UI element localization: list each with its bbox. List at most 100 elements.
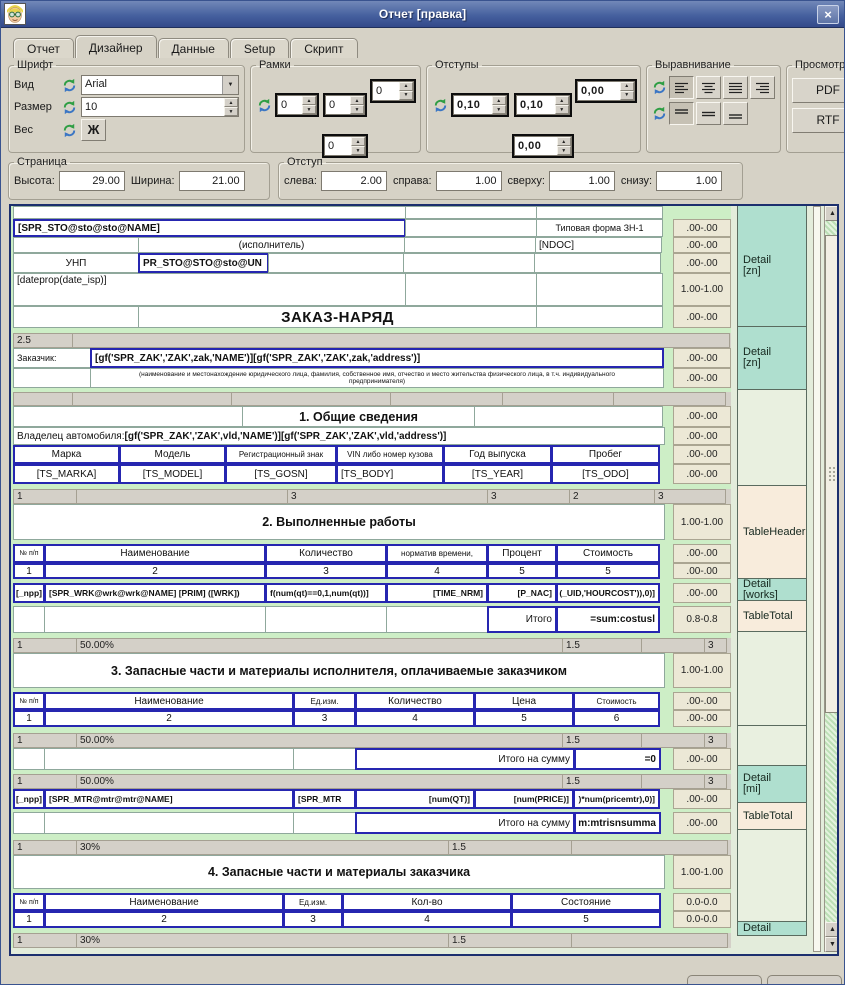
report-cell[interactable] [404,237,536,253]
report-cell[interactable]: 2 [44,710,294,727]
band-label[interactable]: TableTotal [737,802,807,830]
margin-left-field[interactable]: 2.00 [321,171,387,191]
report-cell[interactable]: 4 [355,710,475,727]
report-cell[interactable]: 5 [487,563,557,579]
band-param-cell[interactable]: 1.5 [448,933,572,948]
report-cell[interactable]: [SPR_STO@sto@sto@NAME] [13,219,406,237]
report-cell[interactable]: m:mtrisnsumma [574,812,661,834]
sync-icon[interactable] [652,80,667,95]
report-cell[interactable]: Регистрационный знак [225,445,337,464]
report-cell[interactable]: (наименование и местонахождение юридичес… [90,368,664,388]
close-icon[interactable]: × [817,5,839,24]
band-param-cell[interactable]: 2.5 [13,333,73,348]
report-cell[interactable] [536,306,663,328]
band-height-value[interactable]: 1.00-1.00 [673,273,731,306]
report-cell[interactable]: 1 [13,563,45,579]
frame-right-stepper[interactable]: 0 ▲▼ [323,93,367,117]
band-height-value[interactable]: 1.00-1.00 [673,504,731,540]
report-cell[interactable]: 3. Запасные части и материалы исполнител… [13,653,665,688]
report-cell[interactable]: Цена [474,692,574,710]
report-cell[interactable] [13,748,45,770]
report-cell[interactable]: [num(PRICE)] [474,789,574,809]
spin-down-icon[interactable]: ▼ [350,105,364,114]
report-cell[interactable]: Итого [487,606,557,633]
band-label[interactable] [737,725,807,766]
font-size-stepper[interactable]: 10 ▲▼ [81,97,239,117]
report-cell[interactable]: [_npp] [13,583,45,603]
report-cell[interactable] [265,606,387,633]
scroll-down-icon[interactable]: ▼ [825,937,839,952]
report-cell[interactable]: [gf('SPR_ZAK','ZAK',zak,'NAME')][gf('SPR… [90,348,664,368]
band-param-cell[interactable]: 50.00% [76,733,563,748]
band-param-cell[interactable]: 1 [13,774,77,789]
report-cell[interactable] [44,812,294,834]
report-cell[interactable] [13,306,139,328]
scroll-up-icon[interactable]: ▲ [825,206,839,221]
report-cell[interactable]: Типовая форма ЗН-1 [536,219,663,237]
report-cell[interactable]: Наименование [44,893,284,911]
report-cell[interactable]: f(num(qt)==0,1,num(qt))] [265,583,387,603]
spin-up-icon[interactable]: ▲ [302,96,316,105]
report-cell[interactable]: 1 [13,710,45,727]
spin-down-icon[interactable]: ▼ [557,146,571,155]
valign-middle-icon[interactable] [696,102,721,125]
band-height-value[interactable]: .00-.00 [673,710,731,727]
band-param-cell[interactable]: 1 [13,933,77,948]
report-cell[interactable]: Кол-во [342,893,512,911]
report-cell[interactable]: УНП [13,253,139,273]
band-param-cell[interactable]: 30% [76,933,449,948]
report-cell[interactable]: Итого на сумму [355,812,575,834]
scrollbar-track[interactable] [825,221,839,235]
sync-icon[interactable] [62,78,77,93]
report-cell[interactable]: [TS_ODO] [551,464,660,484]
report-cell[interactable]: 4. Запасные части и материалы заказчика [13,855,665,889]
pdf-button[interactable]: PDF [792,78,845,103]
band-param-cell[interactable] [502,392,614,406]
report-cell[interactable]: Стоимость [573,692,660,710]
sync-icon[interactable] [257,98,272,113]
band-param-cell[interactable] [641,774,705,789]
report-cell[interactable]: Модель [119,445,226,464]
rtf-button[interactable]: RTF [792,108,845,133]
report-cell[interactable]: [_npp] [13,789,45,809]
band-height-value[interactable]: .00-.00 [673,563,731,579]
margin-bottom-field[interactable]: 1.00 [656,171,722,191]
report-cell[interactable]: ЗАКАЗ-НАРЯД [138,306,537,328]
report-cell[interactable]: Марка [13,445,120,464]
band-param-cell[interactable]: 30% [76,840,449,855]
report-cell[interactable] [44,606,266,633]
scrollbar-thumb[interactable] [825,235,839,713]
report-cell[interactable]: № п/п [13,692,45,710]
band-label[interactable] [737,389,807,486]
report-cell[interactable]: Заказчик: [13,348,91,368]
band-label[interactable]: Detail [zn] [737,326,807,390]
band-label[interactable]: Detail [zn] [737,205,807,327]
report-cell[interactable]: [TS_MODEL] [119,464,226,484]
spin-up-icon[interactable]: ▲ [224,98,238,107]
report-cell[interactable] [474,406,663,427]
band-param-cell[interactable] [13,392,73,406]
band-label[interactable]: Detail [mi] [737,765,807,803]
report-cell[interactable]: [TS_MARKA] [13,464,120,484]
report-cell[interactable]: № п/п [13,544,45,563]
report-cell[interactable]: [NDOC] [535,237,662,253]
band-height-value[interactable]: .00-.00 [673,219,731,237]
spin-up-icon[interactable]: ▲ [555,96,569,105]
band-param-cell[interactable]: 1.5 [562,733,642,748]
report-cell[interactable]: Количество [355,692,475,710]
spin-up-icon[interactable]: ▲ [399,82,413,91]
sync-icon[interactable] [62,100,77,115]
band-param-cell[interactable] [571,933,728,948]
report-cell[interactable]: 5 [556,563,660,579]
report-cell[interactable]: Ед.изм. [293,692,356,710]
valign-top-icon[interactable] [669,102,694,125]
report-cell[interactable] [13,606,45,633]
band-param-cell[interactable] [72,333,730,348]
band-height-value[interactable]: .00-.00 [673,406,731,427]
band-param-cell[interactable] [390,392,503,406]
spin-down-icon[interactable]: ▼ [620,91,634,100]
frame-left-stepper[interactable]: 0 ▲▼ [275,93,319,117]
report-cell[interactable]: 2 [44,563,266,579]
report-cell[interactable]: Владелец автомобиля: [gf('SPR_ZAK','ZAK'… [13,427,665,445]
report-cell[interactable]: Наименование [44,544,266,563]
